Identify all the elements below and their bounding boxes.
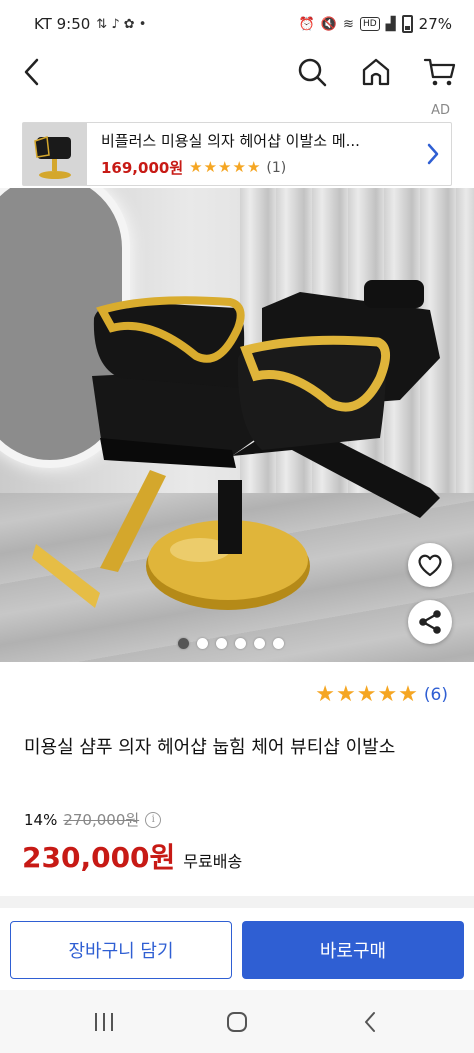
system-home-button[interactable] <box>207 997 267 1047</box>
star-icon: ★ <box>246 158 261 176</box>
ad-text: 비플러스 미용실 의자 헤어샵 이발소 메... 169,000원 ★ ★ ★ … <box>101 130 415 178</box>
ad-price: 169,000원 <box>101 159 184 177</box>
buy-now-button[interactable]: 바로구매 <box>242 921 464 979</box>
battery-percent: 27% <box>418 15 452 33</box>
discount-rate: 14% <box>24 810 58 829</box>
product-image[interactable] <box>0 188 474 662</box>
ad-chevron <box>415 123 451 185</box>
system-back-button[interactable] <box>340 997 400 1047</box>
ad-review-count: (1) <box>266 159 287 176</box>
ad-rating-stars: ★ ★ ★ ★ ★ <box>189 160 260 175</box>
original-price: 270,000원 <box>63 811 140 829</box>
like-button[interactable] <box>408 543 452 587</box>
star-icon: ★ <box>232 158 246 176</box>
pagination-dot-active[interactable] <box>178 638 189 649</box>
pagination-dot[interactable] <box>197 638 208 649</box>
recent-apps-icon <box>95 1012 113 1031</box>
search-button[interactable] <box>292 52 332 92</box>
image-pagination <box>178 638 284 649</box>
battery-icon <box>401 15 413 33</box>
cart-icon <box>423 58 456 86</box>
ad-card[interactable]: 비플러스 미용실 의자 헤어샵 이발소 메... 169,000원 ★ ★ ★ … <box>22 122 452 186</box>
star-icon: ★ <box>398 682 418 707</box>
ad-title: 비플러스 미용실 의자 헤어샵 이발소 메... <box>101 132 360 150</box>
ad-label: AD <box>431 103 450 118</box>
share-icon <box>419 610 441 634</box>
ad-price-row: 169,000원 ★ ★ ★ ★ ★ (1) <box>101 157 415 178</box>
search-icon <box>298 58 327 87</box>
home-button[interactable] <box>356 52 396 92</box>
ad-thumbnail <box>23 123 87 185</box>
pagination-dot[interactable] <box>235 638 246 649</box>
status-right: ⏰ 🔇 ≋ HD ▟ 27% <box>299 15 452 33</box>
chevron-right-icon <box>427 143 439 165</box>
sale-price: 230,000원 <box>22 841 176 874</box>
wifi-icon: ≋ <box>343 16 354 32</box>
notification-icons: ⇅ ♪ ✿ • <box>96 16 147 32</box>
product-rating[interactable]: ★ ★ ★ ★ ★ (6) <box>315 684 448 706</box>
info-icon[interactable]: i <box>145 811 162 828</box>
star-icon: ★ <box>218 158 232 176</box>
star-icon: ★ <box>356 682 377 707</box>
star-icon: ★ <box>189 158 203 176</box>
rating-stars: ★ ★ ★ ★ ★ <box>315 684 418 706</box>
back-icon <box>24 58 39 86</box>
share-button[interactable] <box>408 600 452 644</box>
alarm-icon: ⏰ <box>298 16 315 32</box>
cart-button[interactable] <box>420 52 460 92</box>
status-bar: KT 9:50 ⇅ ♪ ✿ • ⏰ 🔇 ≋ HD ▟ 27% <box>0 0 474 48</box>
star-icon: ★ <box>377 682 398 707</box>
pagination-dot[interactable] <box>254 638 265 649</box>
hd-badge: HD <box>359 17 380 31</box>
carrier-time: KT 9:50 <box>34 15 91 33</box>
shipping-label: 무료배송 <box>183 852 243 871</box>
review-count: (6) <box>423 685 448 705</box>
mute-icon: 🔇 <box>320 16 338 32</box>
star-icon: ★ <box>335 682 356 707</box>
home-icon <box>362 58 390 86</box>
pagination-dot[interactable] <box>273 638 284 649</box>
barber-chair-illustration <box>32 280 440 610</box>
system-back-icon <box>365 1011 375 1032</box>
recent-apps-button[interactable] <box>74 997 134 1047</box>
system-home-icon <box>227 1011 247 1032</box>
heart-icon <box>418 554 442 577</box>
signal-icon: ▟ <box>385 16 396 32</box>
pagination-dot[interactable] <box>216 638 227 649</box>
sale-row: 230,000원 무료배송 <box>22 836 242 876</box>
add-to-cart-button[interactable]: 장바구니 담기 <box>10 921 232 979</box>
section-divider <box>0 896 474 908</box>
star-icon: ★ <box>203 158 218 176</box>
system-nav-bar <box>0 990 474 1053</box>
star-icon: ★ <box>315 682 335 707</box>
discount-row: 14% 270,000원 i <box>24 809 162 830</box>
status-left: KT 9:50 ⇅ ♪ ✿ • <box>34 15 146 33</box>
product-title: 미용실 샴푸 의자 헤어샵 눕힘 체어 뷰티샵 이발소 <box>24 737 396 758</box>
back-button[interactable] <box>12 52 52 92</box>
top-nav <box>0 48 474 94</box>
